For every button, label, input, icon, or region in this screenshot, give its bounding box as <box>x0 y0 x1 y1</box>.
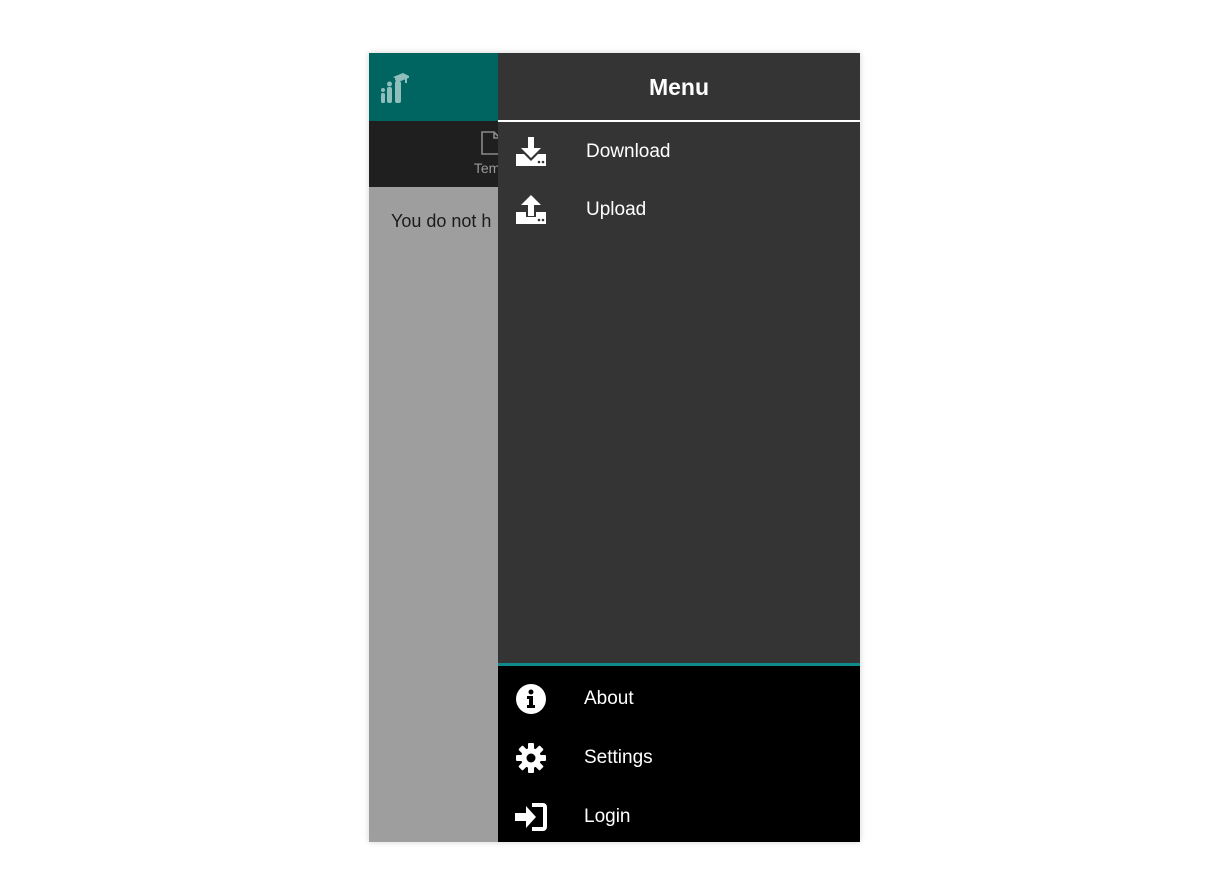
footer-item-label: About <box>584 688 634 709</box>
upload-icon <box>514 194 550 228</box>
footer-item-about[interactable]: About <box>498 670 860 728</box>
drawer-footer: About Settings Login <box>498 663 860 842</box>
menu-item-label: Download <box>586 141 671 162</box>
footer-item-label: Login <box>584 806 631 827</box>
login-icon <box>514 800 548 834</box>
footer-item-settings[interactable]: Settings <box>498 729 860 787</box>
navigation-drawer: Menu Download Upload About Settings Logi… <box>498 53 860 842</box>
download-icon <box>514 136 550 170</box>
app-logo-icon[interactable] <box>381 71 411 105</box>
gear-icon <box>514 741 548 775</box>
info-icon <box>514 682 548 716</box>
menu-item-upload[interactable]: Upload <box>498 182 860 238</box>
menu-item-label: Upload <box>586 199 647 220</box>
drawer-header: Menu <box>498 53 860 122</box>
drawer-title: Menu <box>648 74 710 100</box>
footer-item-login[interactable]: Login <box>498 788 860 842</box>
footer-item-label: Settings <box>584 747 653 768</box>
empty-state-message: You do not h <box>391 211 492 231</box>
app-window: Temp You do not h Menu Download Upload A… <box>369 53 860 842</box>
menu-item-download[interactable]: Download <box>498 124 860 180</box>
